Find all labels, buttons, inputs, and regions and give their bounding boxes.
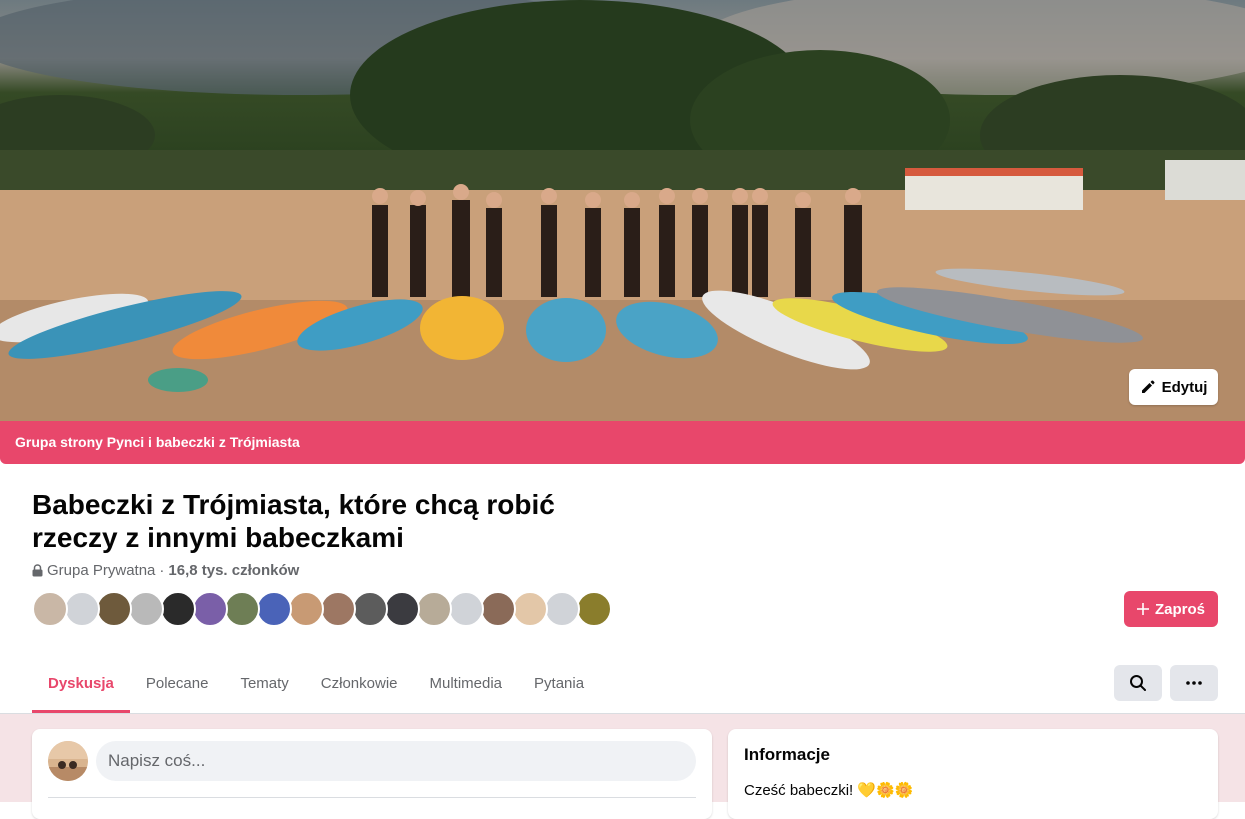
- edit-cover-button[interactable]: Edytuj: [1129, 369, 1218, 405]
- cover-photo: Edytuj: [0, 0, 1245, 421]
- lock-icon: [32, 564, 43, 577]
- member-avatar[interactable]: [352, 591, 388, 627]
- member-avatar[interactable]: [288, 591, 324, 627]
- tab-members[interactable]: Członkowie: [305, 664, 414, 713]
- member-avatar[interactable]: [192, 591, 228, 627]
- tab-topics[interactable]: Tematy: [224, 664, 304, 713]
- cover-photo-illustration: [0, 0, 1245, 421]
- more-horizontal-icon: [1186, 681, 1202, 685]
- member-avatar[interactable]: [128, 591, 164, 627]
- invite-button[interactable]: Zaproś: [1124, 591, 1218, 627]
- pencil-icon: [1141, 380, 1155, 393]
- avatar-photo: [48, 741, 88, 781]
- member-avatar[interactable]: [384, 591, 420, 627]
- member-avatar[interactable]: [160, 591, 196, 627]
- current-user-avatar[interactable]: [48, 741, 88, 781]
- member-avatar[interactable]: [32, 591, 68, 627]
- plus-icon: [1136, 603, 1149, 615]
- privacy-label[interactable]: Grupa Prywatna: [47, 562, 155, 579]
- member-avatar[interactable]: [448, 591, 484, 627]
- member-count[interactable]: 16,8 tys. członków: [168, 562, 299, 579]
- write-post-input[interactable]: [96, 741, 696, 781]
- member-avatar[interactable]: [256, 591, 292, 627]
- member-avatar[interactable]: [224, 591, 260, 627]
- member-avatar[interactable]: [320, 591, 356, 627]
- member-avatar[interactable]: [512, 591, 548, 627]
- invite-label: Zaproś: [1154, 600, 1205, 618]
- member-avatar[interactable]: [416, 591, 452, 627]
- tab-discussion[interactable]: Dyskusja: [32, 664, 130, 713]
- group-title: Babeczki z Trójmiasta, które chcą robić …: [32, 489, 555, 553]
- member-avatar[interactable]: [96, 591, 132, 627]
- member-avatar[interactable]: [544, 591, 580, 627]
- tab-questions[interactable]: Pytania: [518, 664, 600, 713]
- parent-page-banner[interactable]: Grupa strony Pynci i babeczki z Trójmias…: [0, 421, 1245, 464]
- member-avatar[interactable]: [576, 591, 612, 627]
- meta-separator: ·: [159, 562, 165, 579]
- about-text: Cześć babeczki! 💛🌼🌼: [744, 782, 914, 799]
- search-button[interactable]: [1114, 665, 1162, 701]
- more-options-button[interactable]: [1170, 665, 1218, 701]
- group-meta: Grupa Prywatna · 16,8 tys. członków: [32, 562, 299, 579]
- tab-featured[interactable]: Polecane: [130, 664, 225, 713]
- member-avatar[interactable]: [480, 591, 516, 627]
- tab-media[interactable]: Multimedia: [414, 664, 519, 713]
- search-icon: [1130, 675, 1146, 691]
- member-avatar[interactable]: [64, 591, 100, 627]
- member-avatars: [32, 591, 612, 627]
- about-heading: Informacje: [744, 745, 830, 764]
- about-card: Informacje Cześć babeczki! 💛🌼🌼: [728, 729, 1218, 819]
- group-tabs: Dyskusja Polecane Tematy Członkowie Mult…: [32, 664, 600, 713]
- composer-separator: [48, 797, 696, 798]
- edit-cover-label: Edytuj: [1161, 378, 1208, 396]
- post-composer: [32, 729, 712, 819]
